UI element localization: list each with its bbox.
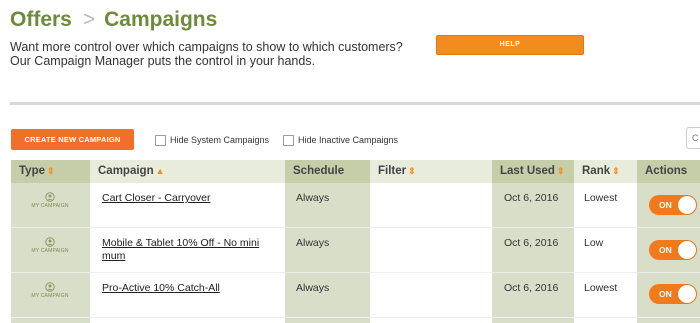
rank-value: Lowest xyxy=(584,282,618,294)
type-badge: MY CAMPAIGN xyxy=(15,282,85,299)
create-campaign-button[interactable]: CREATE NEW CAMPAIGN xyxy=(11,129,134,150)
rank-value: Low xyxy=(584,237,604,249)
header-filter[interactable]: Filter ⇕ xyxy=(370,160,492,183)
toggle-label: ON xyxy=(659,245,672,255)
user-icon xyxy=(45,192,55,202)
schedule-value: Always xyxy=(296,237,330,249)
toggle-label: ON xyxy=(659,200,672,210)
type-badge: MY CAMPAIGN xyxy=(15,237,85,254)
sort-up-icon: ▲ xyxy=(155,166,165,176)
hide-system-label[interactable]: Hide System Campaigns xyxy=(170,135,269,146)
header-rank[interactable]: Rank ⇕ xyxy=(574,160,637,183)
sort-arrows-icon: ⇕ xyxy=(612,166,620,176)
hide-inactive-label[interactable]: Hide Inactive Campaigns xyxy=(298,135,398,146)
intro-text: Want more control over which campaigns t… xyxy=(10,40,403,68)
campaign-link[interactable]: Mobile & Tablet 10% Off - No mini mum xyxy=(102,237,272,263)
campaign-toggle[interactable]: ON xyxy=(649,284,697,304)
schedule-value: Always xyxy=(296,282,330,294)
last-used-value: Oct 6, 2016 xyxy=(504,237,559,249)
row-divider xyxy=(11,317,700,318)
rank-value: Lowest xyxy=(584,192,618,204)
sort-arrows-icon: ⇕ xyxy=(556,166,565,176)
toggle-knob xyxy=(678,285,696,303)
type-label: MY CAMPAIGN xyxy=(31,293,69,299)
type-badge: MY CAMPAIGN xyxy=(15,192,85,209)
header-last-used[interactable]: Last Used ⇕ xyxy=(492,160,574,183)
type-label: MY CAMPAIGN xyxy=(31,248,69,254)
campaign-link[interactable]: Cart Closer - Carryover xyxy=(102,192,272,205)
hide-inactive-checkbox[interactable] xyxy=(283,135,294,146)
campaign-toggle[interactable]: ON xyxy=(649,195,697,215)
header-last-used-label: Last Used xyxy=(500,165,555,177)
sort-arrows-icon: ⇕ xyxy=(408,166,416,176)
user-icon xyxy=(45,282,55,292)
campaign-link[interactable]: Pro-Active 10% Catch-All xyxy=(102,282,272,295)
breadcrumb-separator: > xyxy=(82,8,96,31)
header-actions: Actions xyxy=(637,160,700,183)
campaign-toggle[interactable]: ON xyxy=(649,240,697,260)
last-used-value: Oct 6, 2016 xyxy=(504,282,559,294)
toggle-label: ON xyxy=(659,289,672,299)
row-divider xyxy=(11,227,700,228)
breadcrumb-offers-link[interactable]: Offers xyxy=(10,8,72,31)
toggle-knob xyxy=(678,241,696,259)
sort-arrows-icon: ⇕ xyxy=(47,166,55,176)
campaigns-table: Type ⇕ Campaign ▲ Schedule Filter ⇕ Last Us… xyxy=(11,160,700,323)
last-used-value: Oct 6, 2016 xyxy=(504,192,559,204)
page-title: Campaigns xyxy=(104,8,218,31)
header-type-label: Type xyxy=(19,165,45,177)
row-divider xyxy=(11,272,700,273)
header-rank-label: Rank xyxy=(582,165,611,177)
toggle-knob xyxy=(678,196,696,214)
header-campaign[interactable]: Campaign ▲ xyxy=(90,160,285,183)
header-filter-label: Filter xyxy=(378,165,407,177)
header-actions-label: Actions xyxy=(645,165,688,177)
header-schedule: Schedule xyxy=(285,160,370,183)
hide-system-checkbox[interactable] xyxy=(155,135,166,146)
header-schedule-label: Schedule xyxy=(293,165,345,177)
search-control[interactable]: C xyxy=(686,127,700,149)
intro-line-2: Our Campaign Manager puts the control in… xyxy=(10,54,316,68)
header-type[interactable]: Type ⇕ xyxy=(11,160,90,183)
header-campaign-label: Campaign xyxy=(98,165,154,177)
section-divider xyxy=(10,102,700,105)
breadcrumb: Offers > Campaigns xyxy=(10,8,217,32)
type-label: MY CAMPAIGN xyxy=(31,203,69,209)
help-button[interactable]: HELP xyxy=(436,35,584,55)
schedule-value: Always xyxy=(296,192,330,204)
intro-line-1: Want more control over which campaigns t… xyxy=(10,40,403,54)
user-icon xyxy=(45,237,55,247)
